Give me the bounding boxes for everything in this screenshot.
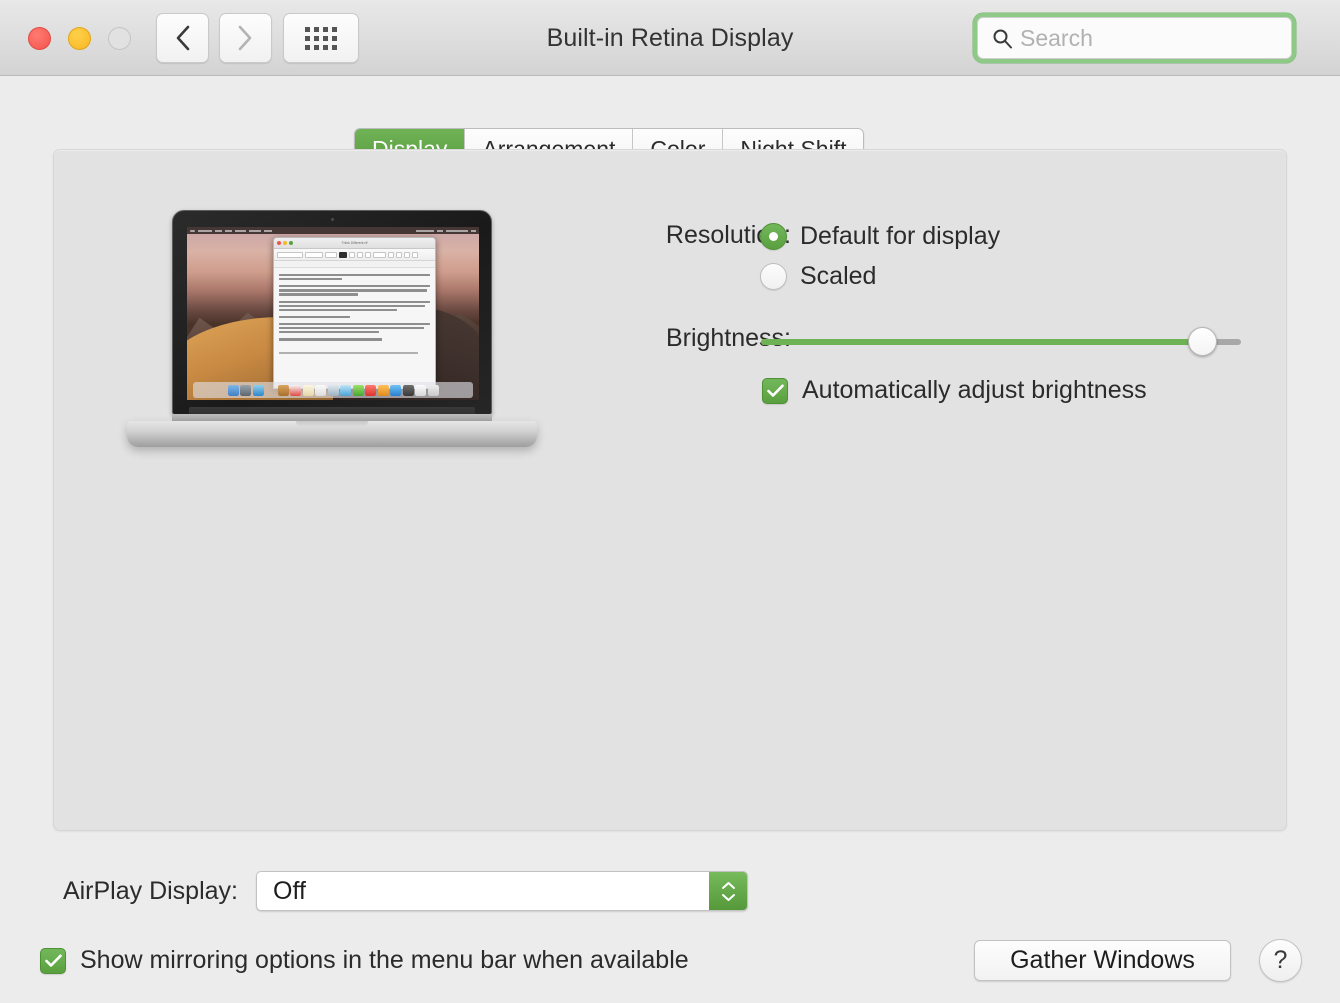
auto-brightness-row[interactable]: Automatically adjust brightness bbox=[762, 376, 1147, 405]
textedit-ruler bbox=[274, 261, 435, 268]
checkbox-auto-adjust-brightness[interactable] bbox=[762, 377, 788, 404]
chevron-up-icon bbox=[721, 881, 735, 889]
textedit-toolbar bbox=[274, 249, 435, 261]
slider-thumb[interactable] bbox=[1188, 327, 1218, 356]
textedit-window: Think Different.rtf bbox=[273, 237, 436, 389]
resolution-label: Resolution: bbox=[665, 221, 791, 249]
resolution-option-scaled-label: Scaled bbox=[800, 262, 877, 290]
search-input[interactable]: Search bbox=[977, 17, 1292, 59]
stepper-arrows[interactable] bbox=[709, 872, 747, 910]
gather-windows-button[interactable]: Gather Windows bbox=[974, 940, 1231, 981]
display-pane: Think Different.rtf Resolution: Default … bbox=[53, 149, 1287, 831]
brightness-slider[interactable] bbox=[761, 327, 1241, 356]
macbook-trackpad-notch bbox=[296, 421, 368, 427]
macbook-screen: Think Different.rtf bbox=[187, 227, 479, 400]
resolution-option-default[interactable]: Default for display bbox=[760, 222, 1000, 251]
checkmark-icon bbox=[44, 954, 62, 967]
radio-scaled[interactable] bbox=[760, 263, 787, 290]
resolution-option-default-label: Default for display bbox=[800, 222, 1001, 250]
checkbox-show-mirroring-options[interactable] bbox=[40, 947, 66, 974]
search-highlight-ring: Search bbox=[973, 13, 1296, 63]
help-button[interactable]: ? bbox=[1259, 939, 1302, 982]
search-placeholder: Search bbox=[1020, 24, 1093, 51]
macbook-base bbox=[127, 421, 537, 447]
window-titlebar: Built-in Retina Display Search bbox=[0, 0, 1340, 76]
resolution-option-scaled[interactable]: Scaled bbox=[760, 262, 876, 291]
airplay-display-label: AirPlay Display: bbox=[62, 877, 238, 905]
auto-brightness-label: Automatically adjust brightness bbox=[802, 376, 1147, 404]
slider-fill bbox=[761, 339, 1203, 345]
mirroring-options-label: Show mirroring options in the menu bar w… bbox=[80, 946, 689, 974]
radio-default-for-display[interactable] bbox=[760, 223, 787, 250]
airplay-display-value: Off bbox=[273, 876, 306, 905]
mirroring-options-row[interactable]: Show mirroring options in the menu bar w… bbox=[40, 946, 689, 975]
search-icon bbox=[993, 29, 1012, 48]
brightness-label: Brightness: bbox=[665, 324, 791, 352]
airplay-display-select[interactable]: Off bbox=[256, 871, 748, 911]
checkmark-icon bbox=[766, 384, 784, 397]
chevron-down-icon bbox=[721, 893, 735, 901]
dock bbox=[193, 382, 473, 398]
